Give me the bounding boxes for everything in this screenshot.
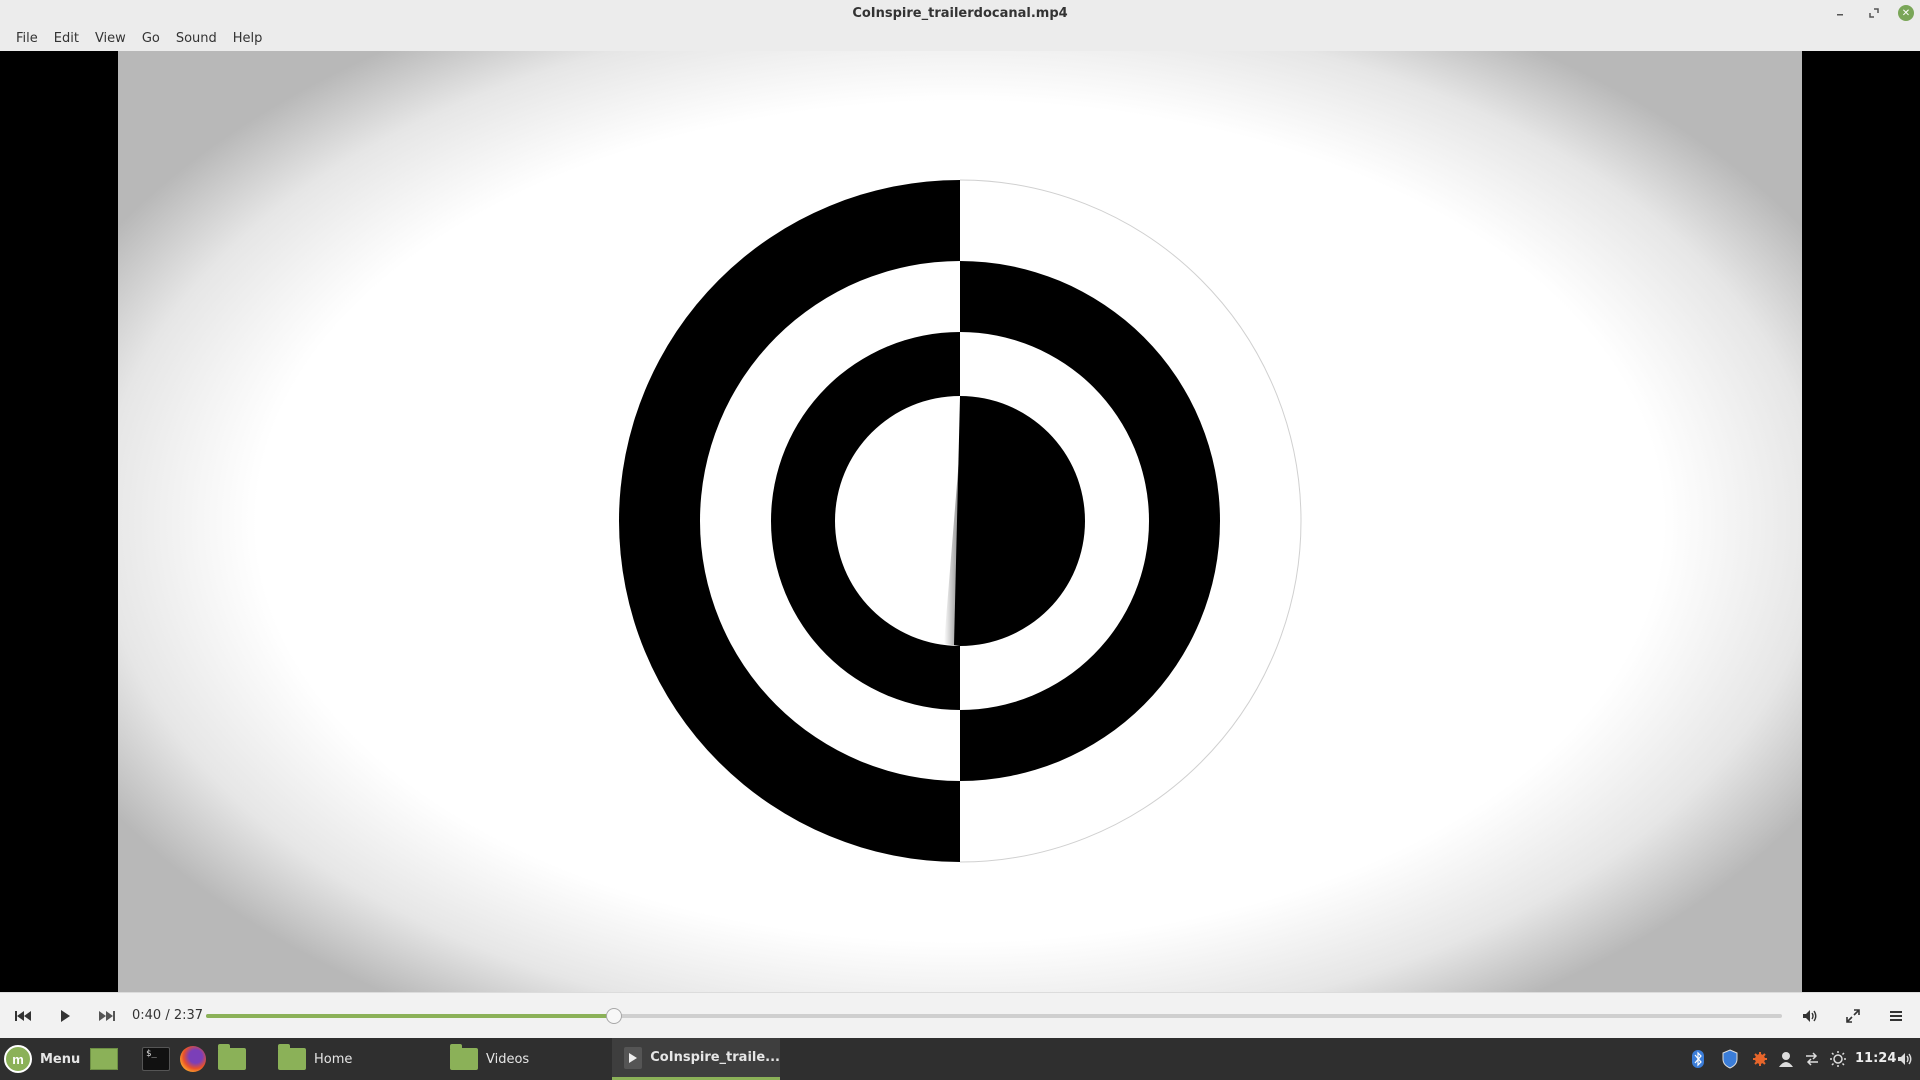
network-icon[interactable] xyxy=(1800,1038,1824,1080)
video-frame xyxy=(118,51,1802,992)
folder-icon xyxy=(450,1044,478,1070)
menu-go[interactable]: Go xyxy=(134,31,168,46)
menu-view[interactable]: View xyxy=(87,31,134,46)
folder-icon xyxy=(278,1044,306,1070)
hamburger-menu-icon[interactable] xyxy=(1885,1005,1907,1027)
taskbar-window-videos[interactable]: Videos xyxy=(450,1038,529,1080)
playback-controls: 0:40 / 2:37 xyxy=(0,992,1920,1038)
show-desktop-icon[interactable] xyxy=(90,1038,118,1080)
skip-back-icon[interactable] xyxy=(12,1005,34,1027)
mint-logo-icon: m xyxy=(4,1045,32,1073)
terminal-icon[interactable]: $_ xyxy=(142,1038,170,1080)
maximize-icon[interactable] xyxy=(1864,3,1884,23)
fullscreen-icon[interactable] xyxy=(1842,1005,1864,1027)
menu-file[interactable]: File xyxy=(8,31,46,46)
taskbar-window-video-player[interactable]: CoInspire_traile... xyxy=(612,1038,780,1080)
play-icon[interactable] xyxy=(54,1005,76,1027)
skip-forward-icon[interactable] xyxy=(96,1005,118,1027)
menu-bar: File Edit View Go Sound Help xyxy=(0,26,1920,51)
files-icon[interactable] xyxy=(218,1038,246,1080)
volume-icon[interactable] xyxy=(1799,1005,1821,1027)
brightness-icon[interactable] xyxy=(1826,1038,1850,1080)
menu-edit[interactable]: Edit xyxy=(46,31,87,46)
close-icon[interactable]: ✕ xyxy=(1898,5,1914,21)
concentric-rings-graphic xyxy=(619,179,1302,863)
menu-label: Menu xyxy=(40,1051,81,1067)
window-title: CoInspire_trailerdocanal.mp4 xyxy=(852,5,1068,21)
update-icon[interactable] xyxy=(1748,1038,1772,1080)
video-player-icon xyxy=(624,1046,643,1069)
seek-handle[interactable] xyxy=(606,1008,623,1024)
taskbar: m Menu $_ Home Videos CoInspire_traile..… xyxy=(0,1038,1920,1080)
shield-icon[interactable] xyxy=(1718,1038,1742,1080)
seek-progress xyxy=(206,1014,615,1018)
window-controls: ✕ xyxy=(1830,3,1914,23)
user-icon[interactable] xyxy=(1774,1038,1798,1080)
title-bar[interactable]: CoInspire_trailerdocanal.mp4 ✕ xyxy=(0,0,1920,26)
volume-icon[interactable] xyxy=(1894,1038,1916,1080)
firefox-icon[interactable] xyxy=(180,1038,206,1080)
start-menu-button[interactable]: m Menu xyxy=(4,1038,80,1080)
menu-help[interactable]: Help xyxy=(225,31,271,46)
time-display: 0:40 / 2:37 xyxy=(132,1008,204,1023)
bluetooth-icon[interactable] xyxy=(1686,1038,1710,1080)
clock[interactable]: 11:24 xyxy=(1855,1051,1896,1066)
menu-sound[interactable]: Sound xyxy=(168,31,225,46)
seek-bar[interactable] xyxy=(206,1008,1782,1024)
minimize-icon[interactable] xyxy=(1830,3,1850,23)
video-area[interactable] xyxy=(0,51,1920,992)
taskbar-window-home[interactable]: Home xyxy=(278,1038,352,1080)
video-player-window: CoInspire_trailerdocanal.mp4 ✕ File Edit… xyxy=(0,0,1920,1038)
